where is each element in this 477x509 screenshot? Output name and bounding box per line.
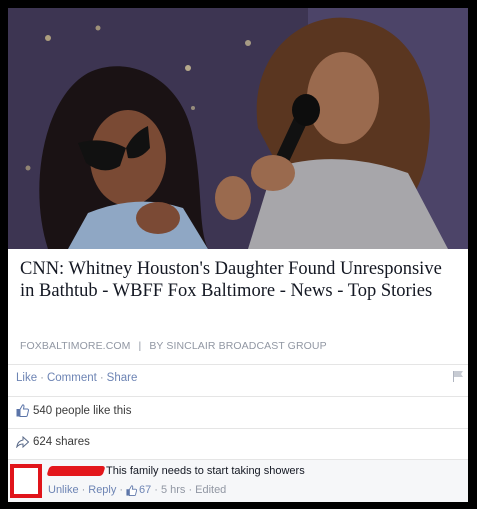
- comment-timestamp[interactable]: 5 hrs: [161, 484, 185, 496]
- source-domain[interactable]: FOXBALTIMORE.COM: [20, 340, 131, 352]
- reply-link[interactable]: Reply: [88, 484, 116, 496]
- likes-count-text[interactable]: 540 people like this: [33, 405, 131, 417]
- divider: [8, 364, 468, 365]
- article-photo-illustration: [8, 8, 468, 249]
- separator-dot: ·: [99, 372, 104, 384]
- article-photo[interactable]: [8, 8, 468, 249]
- source-author: BY SINCLAIR BROADCAST GROUP: [149, 340, 327, 352]
- separator-dot: ·: [81, 484, 86, 496]
- unlike-link[interactable]: Unlike: [48, 484, 79, 496]
- comment-edited-label[interactable]: Edited: [195, 484, 226, 496]
- comment-meta: Unlike · Reply · 67 · 5 hrs · Edited: [48, 484, 226, 496]
- commenter-name-redacted[interactable]: [46, 466, 106, 476]
- thumbs-up-icon[interactable]: [126, 484, 138, 496]
- thumbs-up-icon: [16, 404, 29, 417]
- post-actions: Like · Comment · Share: [16, 372, 137, 384]
- separator-dot: ·: [154, 484, 158, 496]
- comment: This family needs to start taking shower…: [8, 460, 468, 502]
- divider: [8, 396, 468, 397]
- shared-link-post: CNN: Whitney Houston's Daughter Found Un…: [8, 8, 468, 502]
- flag-icon[interactable]: [452, 370, 464, 382]
- share-arrow-icon: [16, 436, 29, 448]
- shares-summary[interactable]: 624 shares: [16, 436, 90, 448]
- separator-dot: ·: [188, 484, 193, 496]
- source-separator: |: [138, 340, 142, 352]
- commenter-avatar-redacted[interactable]: [10, 464, 42, 498]
- separator-dot: ·: [40, 372, 44, 384]
- like-link[interactable]: Like: [16, 372, 37, 384]
- comment-text: This family needs to start taking shower…: [106, 465, 305, 477]
- comment-link[interactable]: Comment: [47, 372, 97, 384]
- likes-summary[interactable]: 540 people like this: [16, 404, 131, 417]
- comment-like-count[interactable]: 67: [139, 484, 151, 496]
- article-headline-link[interactable]: CNN: Whitney Houston's Daughter Found Un…: [20, 258, 460, 302]
- divider: [8, 428, 468, 429]
- share-link[interactable]: Share: [107, 372, 138, 384]
- separator-dot: ·: [119, 484, 124, 496]
- shares-count-text[interactable]: 624 shares: [33, 436, 90, 448]
- article-source: FOXBALTIMORE.COM | BY SINCLAIR BROADCAST G…: [20, 340, 327, 352]
